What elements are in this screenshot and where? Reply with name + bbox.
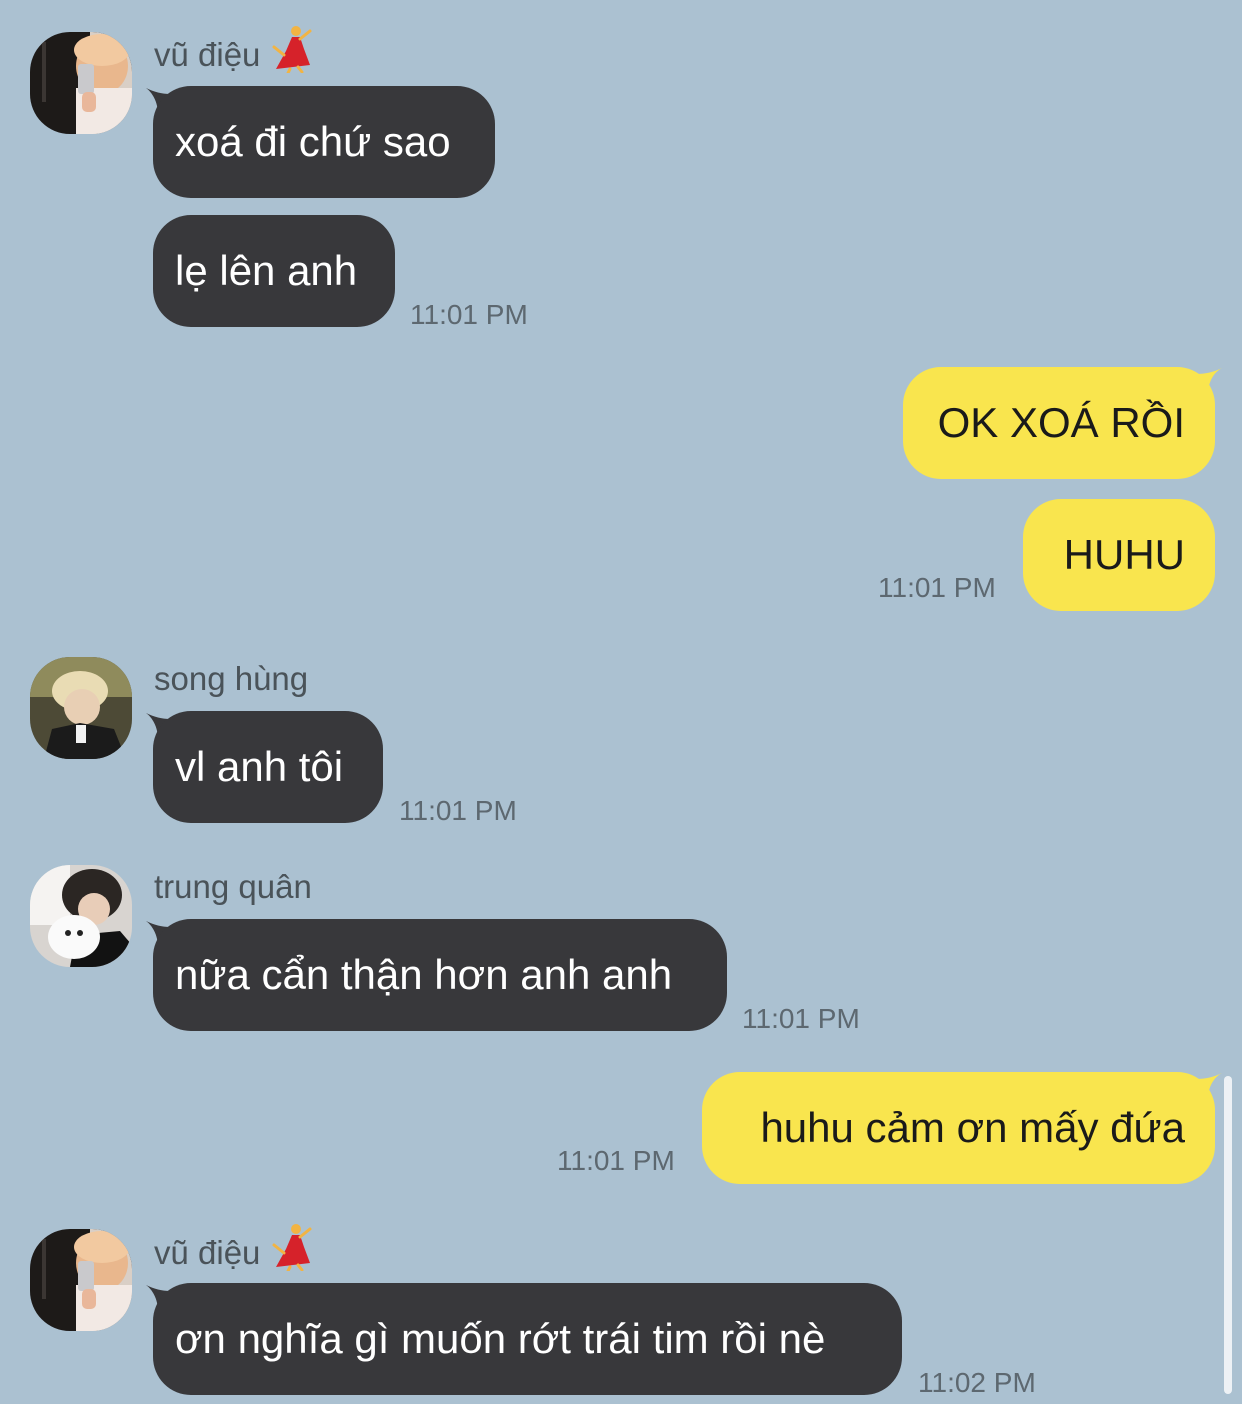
- message-text: OK XOÁ RỒI: [937, 399, 1185, 446]
- message-bubble[interactable]: huhu cảm ơn mấy đứa: [702, 1072, 1215, 1184]
- sender-name: vũ điệu: [154, 1224, 314, 1280]
- avatar-trung-quan[interactable]: [30, 865, 132, 967]
- avatar-vu-dieu[interactable]: [30, 32, 132, 134]
- message-text: nữa cẩn thận hơn anh anh: [175, 951, 673, 998]
- message-timestamp: 11:02 PM: [918, 1367, 1036, 1398]
- message-timestamp: 11:01 PM: [742, 1003, 860, 1034]
- avatar-photo-icon: [30, 657, 132, 759]
- message-bubble[interactable]: xoá đi chứ sao: [153, 86, 495, 198]
- message-text: huhu cảm ơn mấy đứa: [760, 1104, 1185, 1151]
- message-bubble[interactable]: vl anh tôi: [153, 711, 383, 823]
- message-bubble[interactable]: nữa cẩn thận hơn anh anh: [153, 919, 727, 1031]
- sender-name-text: vũ điệu: [154, 1234, 261, 1272]
- message-timestamp: 11:01 PM: [878, 572, 996, 603]
- message-bubble[interactable]: lẹ lên anh: [153, 215, 395, 327]
- avatar-photo-icon: [30, 32, 132, 134]
- avatar-photo-icon: [30, 865, 132, 967]
- dancer-emoji-icon: [270, 1223, 314, 1280]
- avatar-vu-dieu[interactable]: [30, 1229, 132, 1331]
- message-bubble[interactable]: HUHU: [1023, 499, 1215, 611]
- message-text: lẹ lên anh: [175, 247, 358, 294]
- chat-message-list[interactable]: vũ điệu xoá đi chứ sao lẹ lên anh 11:01 …: [0, 0, 1242, 1404]
- message-timestamp: 11:01 PM: [410, 299, 528, 330]
- message-text: xoá đi chứ sao: [175, 118, 451, 165]
- message-timestamp: 11:01 PM: [399, 795, 517, 826]
- scrollbar[interactable]: [1224, 1076, 1232, 1394]
- message-text: vl anh tôi: [175, 743, 344, 790]
- message-bubble[interactable]: OK XOÁ RỒI: [903, 367, 1215, 479]
- dancer-emoji-icon: [270, 25, 314, 82]
- message-text: HUHU: [1063, 531, 1185, 578]
- message-timestamp: 11:01 PM: [557, 1145, 675, 1176]
- sender-name-text: vũ điệu: [154, 36, 261, 74]
- sender-name: song hùng: [154, 660, 309, 697]
- sender-name: trung quân: [154, 868, 312, 905]
- message-text: ơn nghĩa gì muốn rớt trái tim rồi nè: [175, 1315, 826, 1362]
- avatar-photo-icon: [30, 1229, 132, 1331]
- sender-name: vũ điệu: [154, 26, 314, 82]
- avatar-song-hung[interactable]: [30, 657, 132, 759]
- message-bubble[interactable]: ơn nghĩa gì muốn rớt trái tim rồi nè: [153, 1283, 902, 1395]
